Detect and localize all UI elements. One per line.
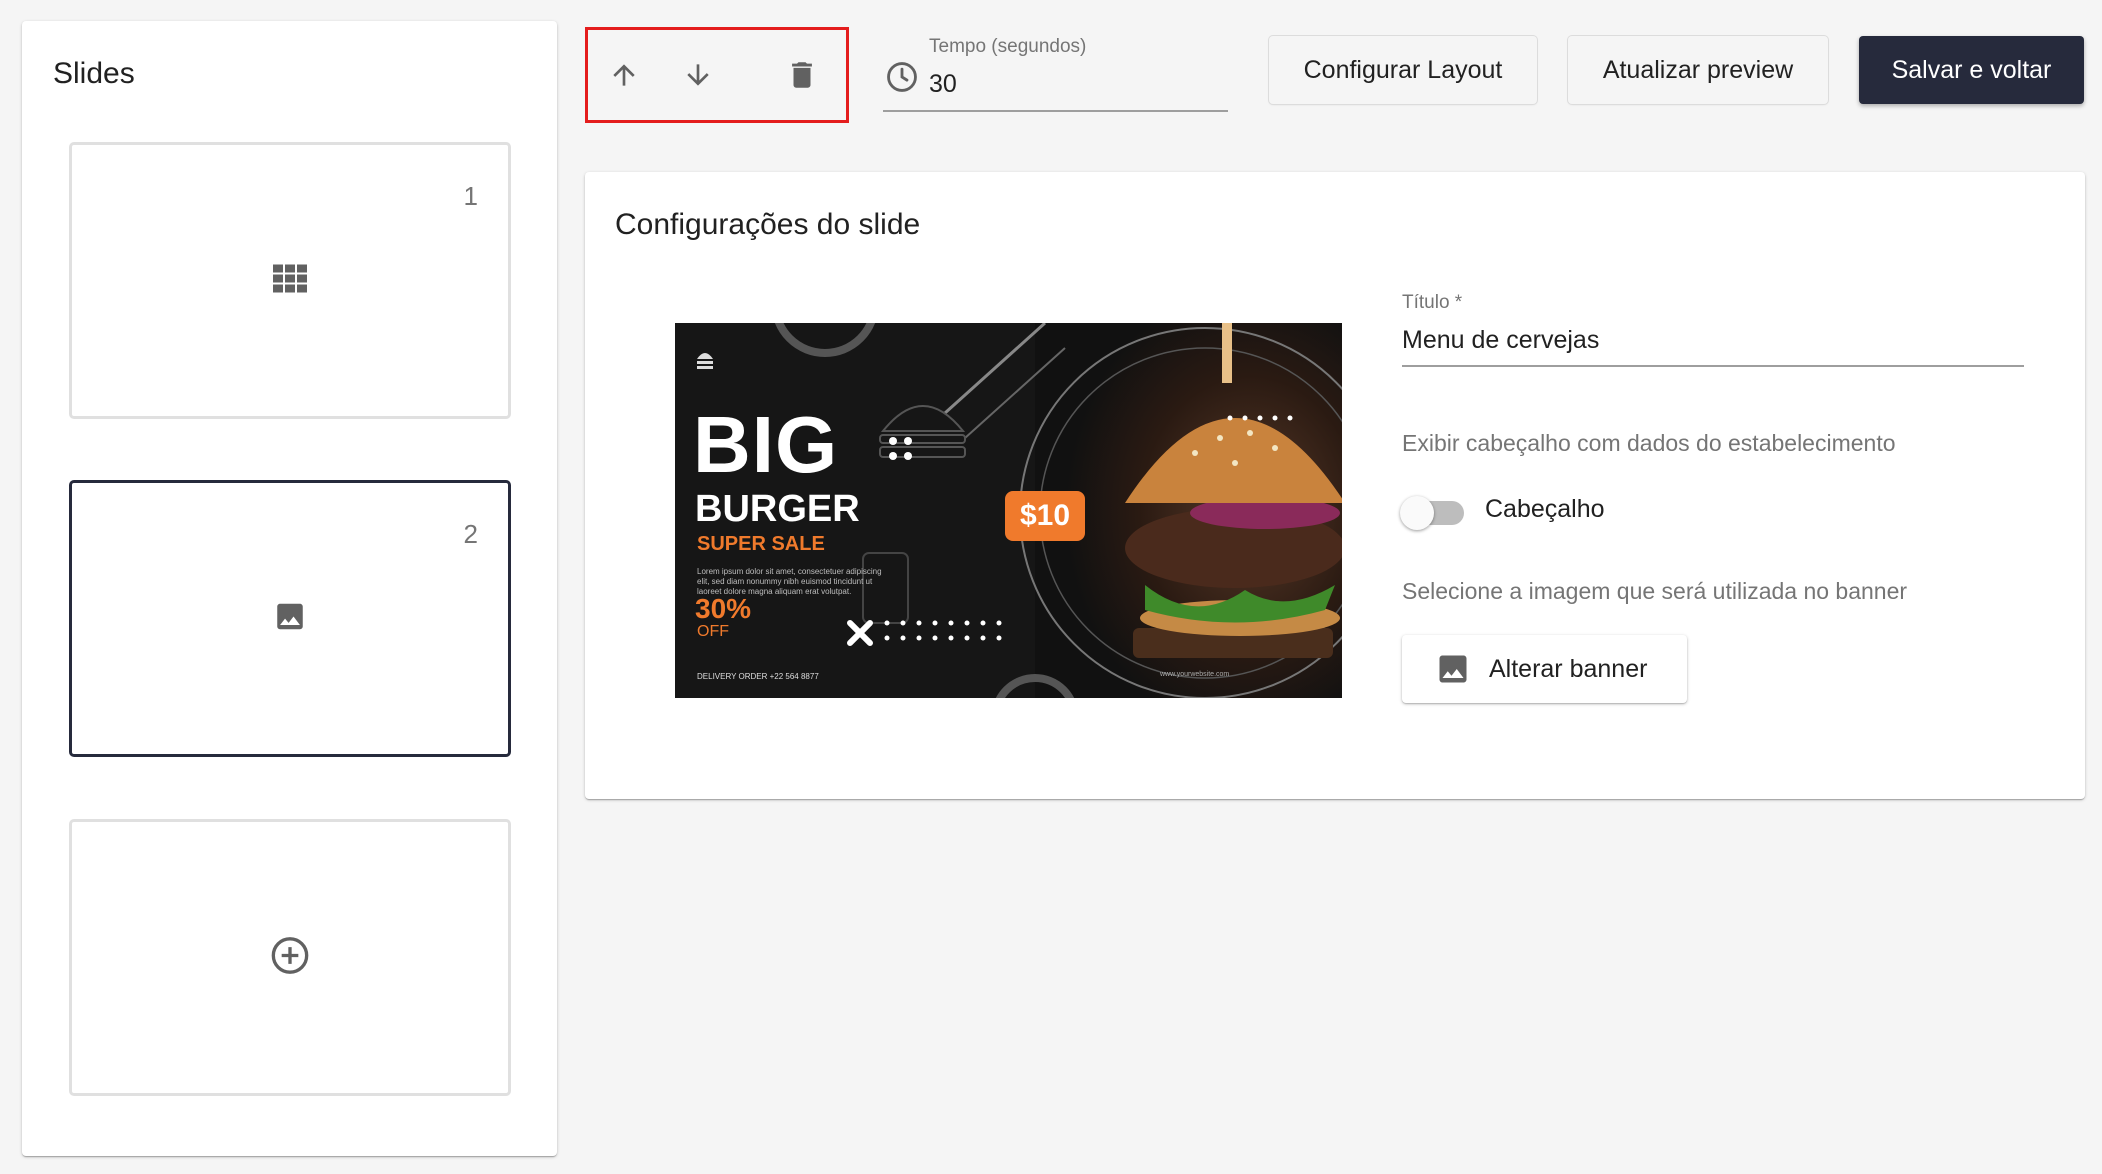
title-field-label: Título * [1402,292,1463,313]
slide-number: 2 [463,519,478,549]
config-title: Configurações do slide [615,208,921,241]
add-circle-icon [270,935,310,980]
grid-icon [273,264,307,297]
title-input[interactable]: Menu de cervejas [1402,326,1599,355]
banner-heading-big: BIG [693,400,839,489]
banner-super-sale: SUPER SALE [697,533,825,555]
slide-card-2[interactable]: 2 [69,480,511,757]
time-field[interactable]: Tempo (segundos) 30 [883,30,1228,112]
move-up-button[interactable] [599,50,649,100]
banner-helper-text: Selecione a imagem que será utilizada no… [1402,578,1908,604]
save-and-return-button[interactable]: Salvar e voltar [1859,36,2084,104]
title-field-underline [1402,365,2024,367]
add-slide-card[interactable] [69,819,511,1096]
image-icon [273,599,307,638]
configure-layout-button[interactable]: Configurar Layout [1269,36,1537,104]
time-field-label: Tempo (segundos) [929,36,1087,57]
move-down-button[interactable] [673,50,723,100]
banner-price-tag: $10 [1005,491,1085,541]
banner-heading-burger: BURGER [695,488,860,530]
time-input[interactable]: 30 [929,70,957,99]
delete-slide-button[interactable] [777,50,827,100]
arrow-down-icon [687,64,709,86]
change-banner-button[interactable]: Alterar banner [1402,635,1687,703]
refresh-preview-button[interactable]: Atualizar preview [1568,36,1828,104]
header-toggle-label: Cabeçalho [1485,495,1605,523]
banner-delivery: DELIVERY ORDER +22 564 8877 [697,672,819,681]
arrow-up-icon [613,64,635,86]
header-toggle-thumb[interactable] [1400,496,1434,530]
slide-config-card: Configurações do slide BIG BURGER SUPER … [585,172,2085,799]
banner-preview: BIG BURGER SUPER SALE Lorem ipsum dolor … [675,323,1342,698]
slides-panel-title: Slides [53,57,135,90]
clock-icon [885,60,919,99]
header-helper-text: Exibir cabeçalho com dados do estabeleci… [1402,430,1896,456]
banner-percent: 30% [695,593,752,624]
delete-icon [792,62,812,88]
slide-actions-group [585,27,849,123]
change-banner-label: Alterar banner [1489,654,1648,683]
image-icon [1435,651,1471,687]
banner-off: OFF [697,623,729,640]
slide-number: 1 [463,181,478,211]
slide-card-1[interactable]: 1 [69,142,511,419]
time-field-underline [883,110,1228,112]
slides-panel: Slides 1 2 [22,21,557,1156]
banner-website: www.yourwebsite.com [1160,671,1230,678]
